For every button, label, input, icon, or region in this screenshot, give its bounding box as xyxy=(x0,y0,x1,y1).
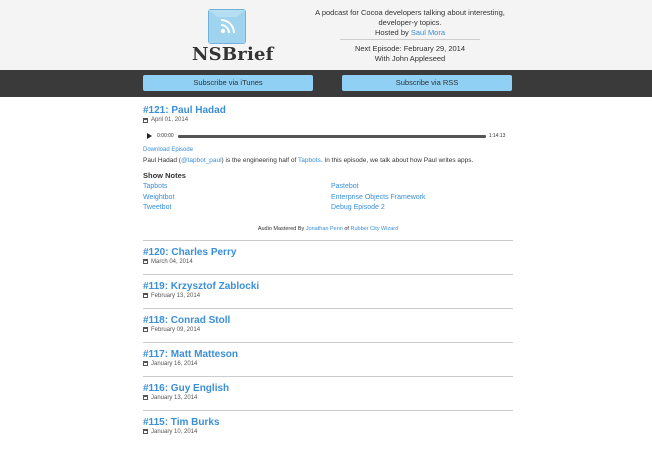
subscribe-itunes-button[interactable]: Subscribe via iTunes xyxy=(143,75,313,91)
episode-date-text: February 09, 2014 xyxy=(151,326,201,333)
desc-part-b: ) is the engineering half of xyxy=(221,157,299,164)
show-note-link[interactable]: Enterprise Objects Framework xyxy=(331,193,513,204)
player-current-time: 0:00:00 xyxy=(157,133,174,139)
desc-part-c: . In this episode, we talk about how Pau… xyxy=(320,157,474,164)
episode-item: #117: Matt Matteson January 16, 2014 xyxy=(143,341,513,376)
episode-list: #121: Paul Hadad April 01, 2014 0:00:00 … xyxy=(143,97,513,444)
episode-title[interactable]: #120: Charles Perry xyxy=(143,247,513,258)
calendar-icon xyxy=(143,117,148,123)
episode-date-text: March 04, 2014 xyxy=(151,258,193,265)
featured-episode-date: April 01, 2014 xyxy=(143,117,513,123)
hosted-by-line: Hosted by Saul Mora xyxy=(300,28,520,38)
host-link[interactable]: Saul Mora xyxy=(411,28,445,37)
episode-date-text: February 13, 2014 xyxy=(151,292,201,299)
show-note-link[interactable]: Tweetbot xyxy=(143,203,331,214)
header-divider xyxy=(340,39,480,40)
episode-date: February 09, 2014 xyxy=(143,327,513,333)
episode-item: #120: Charles Perry March 04, 2014 xyxy=(143,239,513,274)
calendar-icon xyxy=(143,429,148,434)
download-episode-link[interactable]: Download Episode xyxy=(143,147,193,153)
calendar-icon xyxy=(143,293,148,298)
episode-date: February 13, 2014 xyxy=(143,293,513,299)
episode-title[interactable]: #116: Guy English xyxy=(143,383,513,394)
show-notes-grid: Tapbots Pastebot Weightbot Enterprise Ob… xyxy=(143,182,513,214)
player-duration: 1:14:13 xyxy=(488,133,506,139)
episode-date: January 16, 2014 xyxy=(143,361,513,367)
episode-item: #115: Tim Burks January 10, 2014 xyxy=(143,409,513,444)
subscribe-rss-button[interactable]: Subscribe via RSS xyxy=(342,75,512,91)
download-episode-line: Download Episode xyxy=(143,147,513,153)
calendar-icon xyxy=(143,361,148,366)
mastered-label: Audio Mastered By xyxy=(257,225,306,232)
episode-date: January 13, 2014 xyxy=(143,395,513,401)
episode-title[interactable]: #119: Krzysztof Zablocki xyxy=(143,281,513,292)
episode-date-text: January 10, 2014 xyxy=(151,428,198,435)
site-header: NSBrief A podcast for Cocoa developers t… xyxy=(0,0,652,70)
guest-handle-link[interactable]: @tapbot_paul xyxy=(181,157,222,164)
episode-title[interactable]: #115: Tim Burks xyxy=(143,417,513,428)
episode-title[interactable]: #118: Conrad Stoll xyxy=(143,315,513,326)
calendar-icon xyxy=(143,327,148,332)
show-notes-heading: Show Notes xyxy=(143,171,186,180)
episode-title[interactable]: #117: Matt Matteson xyxy=(143,349,513,360)
show-note-link[interactable]: Tapbots xyxy=(143,182,331,193)
tagline-line-2: developer-y topics. xyxy=(378,18,442,27)
hosted-by-label: Hosted by xyxy=(374,28,409,37)
tagline-line-1: A podcast for Cocoa developers talking a… xyxy=(315,8,505,17)
calendar-icon xyxy=(143,259,148,264)
featured-episode-date-text: April 01, 2014 xyxy=(151,117,189,123)
subscribe-bar: Subscribe via iTunes Subscribe via RSS xyxy=(0,70,652,97)
featured-episode: #121: Paul Hadad April 01, 2014 0:00:00 … xyxy=(143,97,513,232)
featured-episode-title[interactable]: #121: Paul Hadad xyxy=(143,105,513,116)
player-progress-track[interactable] xyxy=(177,134,486,138)
show-note-link[interactable]: Pastebot xyxy=(331,182,513,193)
mastered-by-link[interactable]: Jonathan Penn xyxy=(306,226,343,232)
next-episode-date: Next Episode: February 29, 2014 xyxy=(354,44,466,53)
next-episode-guest: With John Appleseed xyxy=(374,54,446,63)
episode-date-text: January 13, 2014 xyxy=(151,394,198,401)
play-icon[interactable] xyxy=(147,133,152,139)
show-note-link[interactable]: Weightbot xyxy=(143,193,331,204)
episode-item: #119: Krzysztof Zablocki February 13, 20… xyxy=(143,273,513,308)
desc-part-a: Paul Hadad ( xyxy=(143,157,181,164)
site-logo-text[interactable]: NSBrief xyxy=(192,44,274,65)
site-tagline: A podcast for Cocoa developers talking a… xyxy=(300,8,520,38)
guest-company-link[interactable]: Tapbots xyxy=(298,157,321,164)
mastered-company-link[interactable]: Rubber City Wizard xyxy=(350,226,398,232)
episode-date: March 04, 2014 xyxy=(143,259,513,265)
episode-item: #118: Conrad Stoll February 09, 2014 xyxy=(143,307,513,342)
episode-item: #116: Guy English January 13, 2014 xyxy=(143,375,513,410)
next-episode-info: Next Episode: February 29, 2014 With Joh… xyxy=(300,44,520,64)
rss-logo-icon[interactable] xyxy=(208,9,246,44)
episode-date: January 10, 2014 xyxy=(143,429,513,435)
audio-player: 0:00:00 1:14:13 xyxy=(143,131,513,141)
episode-description: Paul Hadad (@tapbot_paul) is the enginee… xyxy=(143,156,513,165)
show-note-link[interactable]: Debug Episode 2 xyxy=(331,203,513,214)
calendar-icon xyxy=(143,395,148,400)
episode-date-text: January 16, 2014 xyxy=(151,360,198,367)
